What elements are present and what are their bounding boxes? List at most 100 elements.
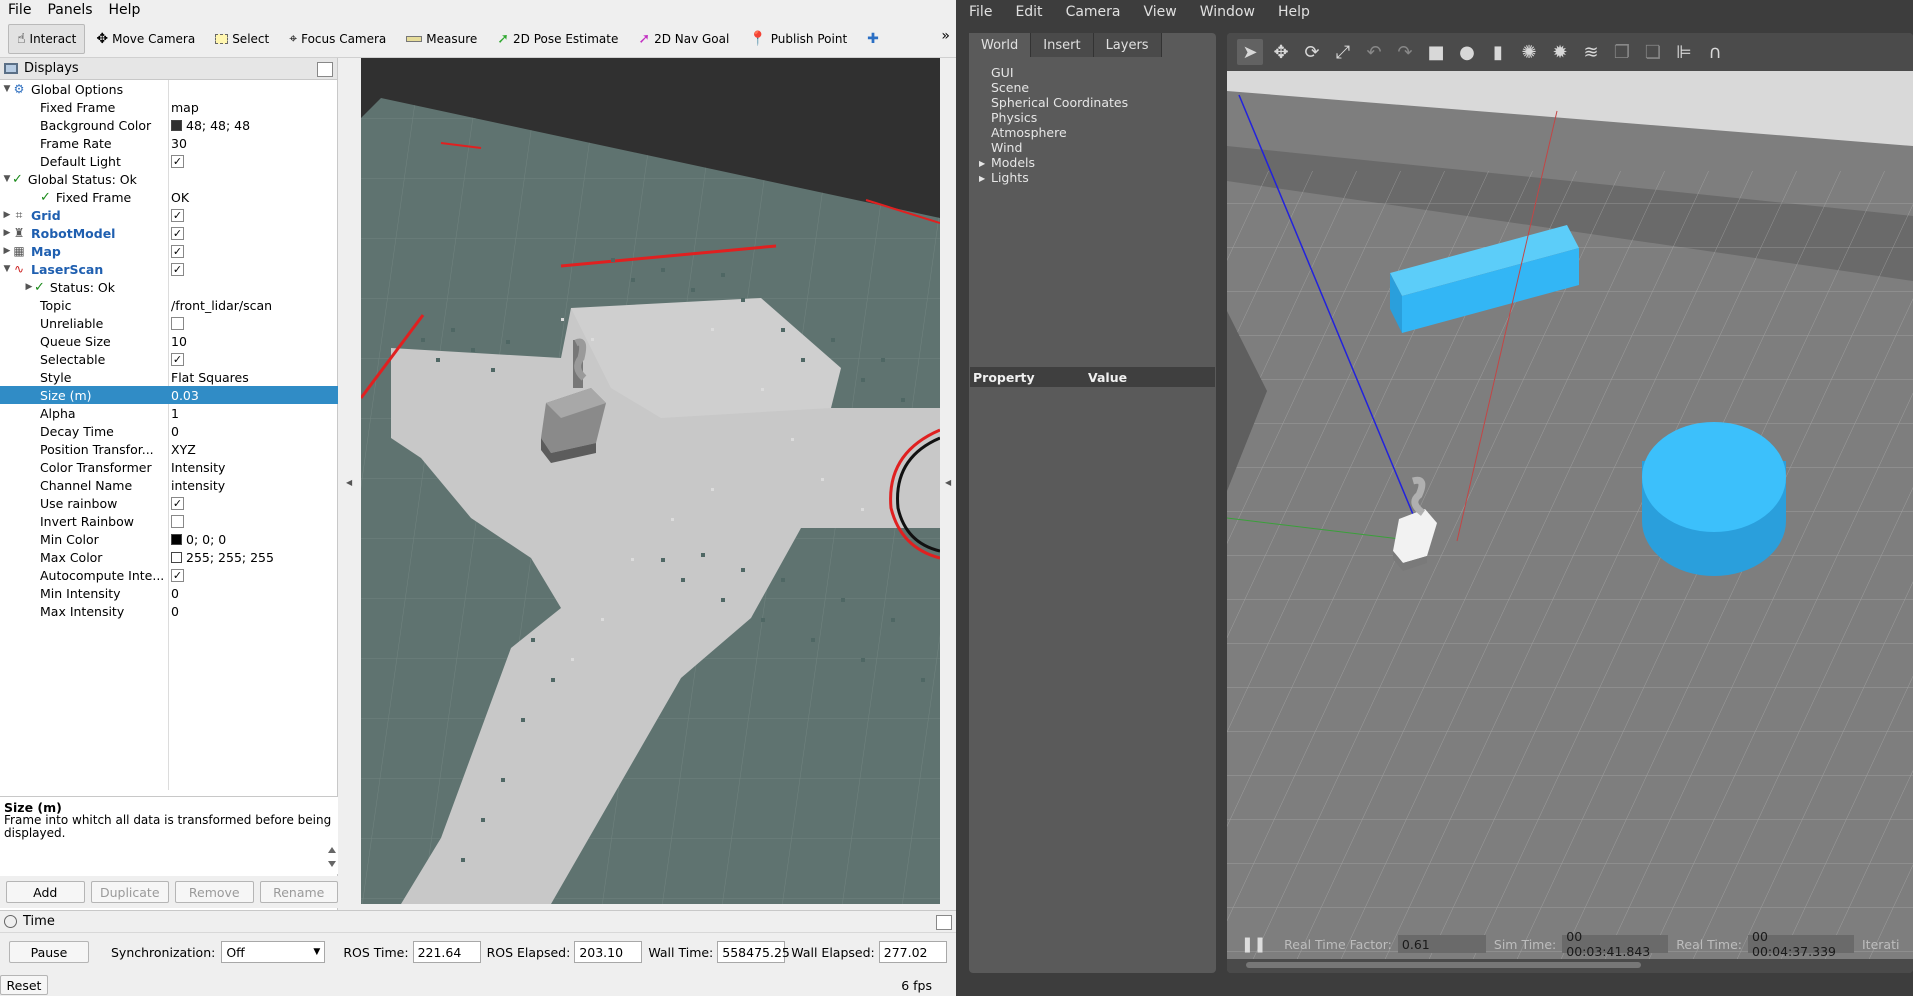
world-tree-item[interactable]: Scene bbox=[979, 80, 1128, 95]
align-icon[interactable]: ⊫ bbox=[1671, 39, 1697, 65]
tree-row-background-color[interactable]: Background Color 48; 48; 48 bbox=[0, 116, 338, 134]
selectable-checkbox[interactable]: ✓ bbox=[171, 352, 184, 366]
point-light-icon[interactable]: ✺ bbox=[1516, 39, 1542, 65]
select-tool-button[interactable]: Select bbox=[206, 24, 278, 54]
tree-row-global-options[interactable]: ▼ ⚙ Global Options bbox=[0, 80, 338, 98]
gazebo-3d-view[interactable] bbox=[1227, 71, 1913, 959]
tree-row-laser-scan[interactable]: ▼ ∿ LaserScan ✓ bbox=[0, 260, 338, 278]
tree-row-channel-name[interactable]: Channel Name intensity bbox=[0, 476, 338, 494]
tree-row-fixed-frame-status[interactable]: ✓ Fixed Frame OK bbox=[0, 188, 338, 206]
menu-help[interactable]: Help bbox=[101, 2, 149, 18]
viewport-horizontal-scrollbar[interactable] bbox=[1246, 962, 1641, 968]
toolbar-overflow-icon[interactable]: » bbox=[941, 28, 950, 44]
tree-row-alpha[interactable]: Alpha 1 bbox=[0, 404, 338, 422]
rotate-mode-icon[interactable]: ⟳ bbox=[1299, 39, 1325, 65]
measure-tool-button[interactable]: Measure bbox=[397, 24, 486, 54]
tree-row-grid[interactable]: ▶ ⌗ Grid ✓ bbox=[0, 206, 338, 224]
gz-menu-edit[interactable]: Edit bbox=[1002, 4, 1052, 20]
help-scrollbar[interactable] bbox=[327, 799, 337, 871]
color-swatch[interactable] bbox=[171, 551, 182, 563]
color-swatch[interactable] bbox=[171, 533, 182, 545]
tab-layers[interactable]: Layers bbox=[1093, 33, 1162, 57]
menu-file[interactable]: File bbox=[0, 2, 39, 18]
interact-tool-button[interactable]: ☝ Interact bbox=[8, 23, 86, 54]
tree-row-unreliable[interactable]: Unreliable bbox=[0, 314, 338, 332]
translate-mode-icon[interactable]: ✥ bbox=[1268, 39, 1294, 65]
duplicate-display-button[interactable]: Duplicate bbox=[90, 881, 169, 903]
tree-row-frame-rate[interactable]: Frame Rate 30 bbox=[0, 134, 338, 152]
world-tree-item-models[interactable]: Models bbox=[979, 155, 1128, 171]
laser-scan-enabled-checkbox[interactable]: ✓ bbox=[171, 262, 184, 276]
collapse-right-arrow-icon[interactable]: ◀ bbox=[945, 478, 951, 487]
tree-row-global-status[interactable]: ▼ ✓ Global Status: Ok bbox=[0, 170, 338, 188]
max-color-value[interactable]: 255; 255; 255 bbox=[186, 550, 274, 565]
snap-icon[interactable]: ∩ bbox=[1702, 39, 1728, 65]
color-swatch[interactable] bbox=[171, 119, 182, 131]
tree-row-fixed-frame[interactable]: Fixed Frame map bbox=[0, 98, 338, 116]
pause-simulation-icon[interactable]: ❚❚ bbox=[1241, 935, 1266, 953]
channel-name-value[interactable]: intensity bbox=[171, 478, 225, 493]
sphere-shape-icon[interactable]: ● bbox=[1454, 39, 1480, 65]
tree-row-style[interactable]: Style Flat Squares bbox=[0, 368, 338, 386]
box-shape-icon[interactable]: ■ bbox=[1423, 39, 1449, 65]
focus-camera-tool-button[interactable]: ⌖ Focus Camera bbox=[280, 24, 395, 54]
tree-row-min-color[interactable]: Min Color 0; 0; 0 bbox=[0, 530, 338, 548]
add-tool-button[interactable]: ✚ bbox=[858, 24, 892, 54]
tree-row-invert-rainbow[interactable]: Invert Rainbow bbox=[0, 512, 338, 530]
world-tree[interactable]: GUI Scene Spherical Coordinates Physics … bbox=[979, 65, 1128, 186]
use-rainbow-checkbox[interactable]: ✓ bbox=[171, 496, 184, 510]
topic-value[interactable]: /front_lidar/scan bbox=[171, 298, 272, 313]
invert-rainbow-checkbox[interactable] bbox=[171, 514, 184, 528]
expand-arrow-icon[interactable]: ▶ bbox=[24, 282, 34, 292]
collapse-arrow-icon[interactable]: ▼ bbox=[2, 84, 12, 94]
publish-point-tool-button[interactable]: 📍 Publish Point bbox=[740, 24, 856, 54]
tree-row-selectable[interactable]: Selectable ✓ bbox=[0, 350, 338, 368]
collapse-arrow-icon[interactable]: ▼ bbox=[2, 264, 12, 274]
tree-row-autocompute[interactable]: Autocompute Inte... ✓ bbox=[0, 566, 338, 584]
ros-elapsed-field[interactable]: 203.10 bbox=[574, 941, 643, 963]
gz-menu-window[interactable]: Window bbox=[1187, 4, 1265, 20]
rename-display-button[interactable]: Rename bbox=[259, 881, 338, 903]
tree-row-color-transformer[interactable]: Color Transformer Intensity bbox=[0, 458, 338, 476]
collapse-left-arrow-icon[interactable]: ◀ bbox=[346, 478, 352, 487]
panel-float-button[interactable] bbox=[317, 62, 333, 77]
reset-button[interactable]: Reset bbox=[0, 975, 48, 995]
left-splitter[interactable]: ◀ bbox=[338, 58, 361, 910]
frame-rate-value[interactable]: 30 bbox=[171, 136, 187, 151]
add-display-button[interactable]: Add bbox=[6, 881, 85, 903]
expand-arrow-icon[interactable]: ▶ bbox=[2, 228, 12, 238]
max-intensity-value[interactable]: 0 bbox=[171, 604, 179, 619]
tree-row-position-transformer[interactable]: Position Transfor... XYZ bbox=[0, 440, 338, 458]
gz-menu-help[interactable]: Help bbox=[1265, 4, 1320, 20]
world-tree-item[interactable]: Wind bbox=[979, 140, 1128, 155]
wall-time-field[interactable]: 558475.25 bbox=[717, 941, 790, 963]
tree-row-use-rainbow[interactable]: Use rainbow ✓ bbox=[0, 494, 338, 512]
directional-light-icon[interactable]: ≋ bbox=[1578, 39, 1604, 65]
alpha-value[interactable]: 1 bbox=[171, 406, 179, 421]
min-intensity-value[interactable]: 0 bbox=[171, 586, 179, 601]
blue-cylinder-model[interactable] bbox=[1642, 422, 1786, 576]
display-tree[interactable]: ▼ ⚙ Global Options Fixed Frame map Backgro… bbox=[0, 80, 338, 790]
world-tree-item[interactable]: Atmosphere bbox=[979, 125, 1128, 140]
unreliable-checkbox[interactable] bbox=[171, 316, 184, 330]
panel-float-button[interactable] bbox=[936, 915, 952, 930]
cylinder-shape-icon[interactable]: ▮ bbox=[1485, 39, 1511, 65]
select-mode-icon[interactable]: ➤ bbox=[1237, 39, 1263, 65]
queue-size-value[interactable]: 10 bbox=[171, 334, 187, 349]
background-color-value[interactable]: 48; 48; 48 bbox=[186, 118, 250, 133]
tree-row-min-intensity[interactable]: Min Intensity 0 bbox=[0, 584, 338, 602]
tree-row-map[interactable]: ▶ ▦ Map ✓ bbox=[0, 242, 338, 260]
rviz-scene[interactable] bbox=[361, 58, 940, 904]
tree-row-size[interactable]: Size (m) 0.03 bbox=[0, 386, 338, 404]
tab-insert[interactable]: Insert bbox=[1031, 33, 1094, 57]
remove-display-button[interactable]: Remove bbox=[175, 881, 254, 903]
move-camera-tool-button[interactable]: ✥ Move Camera bbox=[87, 24, 204, 54]
tree-row-topic[interactable]: Topic /front_lidar/scan bbox=[0, 296, 338, 314]
tab-world[interactable]: World bbox=[969, 33, 1032, 57]
autocompute-intensity-checkbox[interactable]: ✓ bbox=[171, 568, 184, 582]
gz-menu-view[interactable]: View bbox=[1131, 4, 1187, 20]
grid-enabled-checkbox[interactable]: ✓ bbox=[171, 208, 184, 222]
gazebo-scene[interactable] bbox=[1227, 71, 1913, 959]
rviz-3d-view[interactable] bbox=[361, 58, 940, 904]
pose-estimate-tool-button[interactable]: ➚ 2D Pose Estimate bbox=[488, 24, 627, 54]
